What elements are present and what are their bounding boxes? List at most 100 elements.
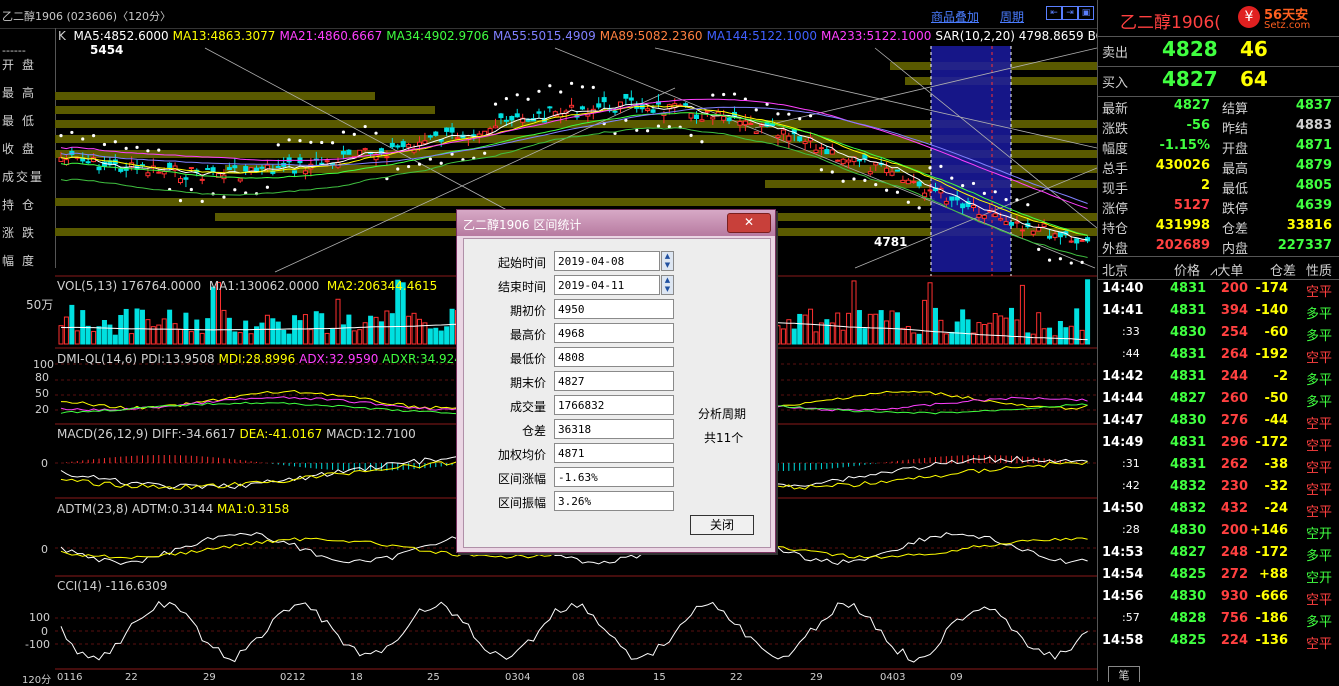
- spinner-icon[interactable]: ▲ ▼: [661, 275, 674, 295]
- quote-stat-row: 涨跌 -56 昨结 4883: [1098, 116, 1339, 137]
- sar-dot: [493, 102, 498, 106]
- dialog-titlebar[interactable]: 乙二醇1906 区间统计 ✕: [457, 210, 775, 236]
- tick-row[interactable]: :42 4832 230 -32 空平: [1098, 476, 1339, 498]
- candle-body: [422, 140, 428, 145]
- close-icon[interactable]: ✕: [727, 213, 771, 233]
- stat-label: 跌停: [1222, 202, 1249, 217]
- candle-body: [395, 145, 401, 148]
- candle-body: [579, 106, 585, 110]
- tick-time: 14:58: [1102, 633, 1144, 648]
- volume-bar: [194, 319, 200, 345]
- tick-nature: 空平: [1306, 505, 1333, 520]
- close-button[interactable]: 关闭: [690, 515, 754, 535]
- sar-dot: [1015, 198, 1019, 202]
- quote-stat-row: 现手 2 最低 4805: [1098, 176, 1339, 197]
- vol-axis-label: 50万: [26, 298, 54, 312]
- candle-body: [998, 218, 1004, 221]
- volume-bar: [971, 332, 977, 345]
- volume-bar: [237, 332, 243, 345]
- sar-dot: [1058, 257, 1063, 261]
- volume-bar: [835, 312, 841, 345]
- sar-dot: [320, 140, 324, 145]
- quote-title-bar: 乙二醇1906( ¥ 56天安 Setz.com: [1098, 0, 1339, 37]
- volume-bar: [129, 333, 135, 345]
- analysis-period-label: 分析周期: [698, 407, 747, 421]
- volume-bar: [248, 333, 254, 345]
- spinner-icon[interactable]: ▲ ▼: [661, 251, 674, 271]
- volume-bar: [243, 320, 249, 345]
- ma-label: MA144:5122.1000: [706, 29, 817, 43]
- volume-profile-band: [55, 198, 935, 206]
- tick-time: 14:47: [1102, 413, 1144, 428]
- tick-time: 14:50: [1102, 501, 1144, 516]
- volume-bar: [308, 329, 314, 345]
- tick-row[interactable]: :33 4830 254 -60 多平: [1098, 322, 1339, 344]
- tick-oi-change: -172: [1255, 545, 1288, 560]
- bid-label: 买入: [1102, 76, 1129, 91]
- candle-body: [1052, 233, 1058, 238]
- fullscreen-icon[interactable]: ▣: [1078, 6, 1094, 20]
- candle-body: [275, 166, 281, 169]
- candle-body: [840, 158, 846, 165]
- ask-label: 卖出: [1102, 46, 1129, 61]
- tick-nature: 多平: [1306, 373, 1333, 388]
- sar-dot: [200, 199, 204, 203]
- volume-bar: [362, 322, 368, 345]
- tick-row[interactable]: 14:54 4825 272 +88 空开: [1098, 564, 1339, 586]
- tick-row[interactable]: 14:56 4830 930 -666 空平: [1098, 586, 1339, 608]
- volume-bar: [69, 304, 75, 345]
- volume-bar: [270, 318, 276, 345]
- range-stats-dialog: 乙二醇1906 区间统计 ✕ 起始时间 2019-04-08 11:15▲▼ 结束时…: [456, 209, 776, 553]
- macd-value: MACD:12.7100: [326, 427, 416, 441]
- volume-bar: [156, 324, 162, 345]
- overlay-link[interactable]: 商品叠加: [931, 8, 979, 25]
- stat-label: 最低: [1222, 182, 1249, 197]
- tick-price: 4825: [1170, 633, 1207, 648]
- k-label: K: [58, 29, 66, 43]
- tick-row[interactable]: 14:50 4832 432 -24 空平: [1098, 498, 1339, 520]
- tick-price: 4831: [1170, 369, 1207, 384]
- tick-row[interactable]: 14:40 4831 200 -174 空平: [1098, 278, 1339, 300]
- tick-row[interactable]: 14:58 4825 224 -136 空平: [1098, 630, 1339, 652]
- sar-dot: [982, 191, 986, 195]
- candle-body: [992, 213, 998, 218]
- dmi-pdi: PDI:13.9508: [140, 352, 215, 366]
- tick-row[interactable]: :44 4831 264 -192 空平: [1098, 344, 1339, 366]
- ma-label: SAR(10,2,20) 4798.8659: [935, 29, 1084, 43]
- candle-body: [210, 167, 216, 173]
- period-link[interactable]: 周期: [1000, 8, 1024, 25]
- tick-row[interactable]: 14:44 4827 260 -50 多平: [1098, 388, 1339, 410]
- sar-dot: [157, 148, 161, 152]
- volume-bar: [1079, 329, 1085, 345]
- tick-row[interactable]: 14:49 4831 296 -172 空平: [1098, 432, 1339, 454]
- tick-oi-change: -24: [1264, 501, 1289, 516]
- tick-row[interactable]: 14:47 4830 276 -44 空平: [1098, 410, 1339, 432]
- datetime-input[interactable]: 2019-04-08 11:15: [554, 251, 660, 288]
- candle-body: [145, 172, 151, 177]
- prev-icon[interactable]: ⇤: [1046, 6, 1062, 20]
- chart-title: 乙二醇1906 (023606)〈120分〉: [2, 10, 172, 23]
- sar-dot: [81, 137, 85, 141]
- tab-ticks[interactable]: 笔: [1108, 666, 1140, 682]
- volume-bar: [960, 309, 966, 345]
- candle-body: [433, 131, 439, 136]
- sar-dot: [895, 190, 900, 194]
- tick-row[interactable]: 14:42 4831 244 -2 多平: [1098, 366, 1339, 388]
- cci-axis-100: 100: [29, 611, 50, 624]
- volume-bar: [775, 325, 781, 345]
- volume-bar: [862, 328, 868, 345]
- next-icon[interactable]: ⇥: [1062, 6, 1078, 20]
- tick-row[interactable]: 14:41 4831 394 -140 多平: [1098, 300, 1339, 322]
- stat-value: 2: [1200, 178, 1210, 193]
- volume-bar: [123, 308, 129, 345]
- candle-body: [894, 169, 900, 172]
- volume-bar: [987, 322, 993, 345]
- volume-bar: [357, 329, 363, 345]
- tick-row[interactable]: :57 4828 756 -186 多平: [1098, 608, 1339, 630]
- volume-bar: [85, 325, 91, 345]
- tick-row[interactable]: :31 4831 262 -38 空平: [1098, 454, 1339, 476]
- tick-row[interactable]: :28 4830 200 +146 空开: [1098, 520, 1339, 542]
- x-axis-tick: 0304: [505, 672, 530, 681]
- tick-row[interactable]: 14:53 4827 248 -172 多平: [1098, 542, 1339, 564]
- datetime-input[interactable]: 2019-04-11 15:00: [554, 275, 660, 312]
